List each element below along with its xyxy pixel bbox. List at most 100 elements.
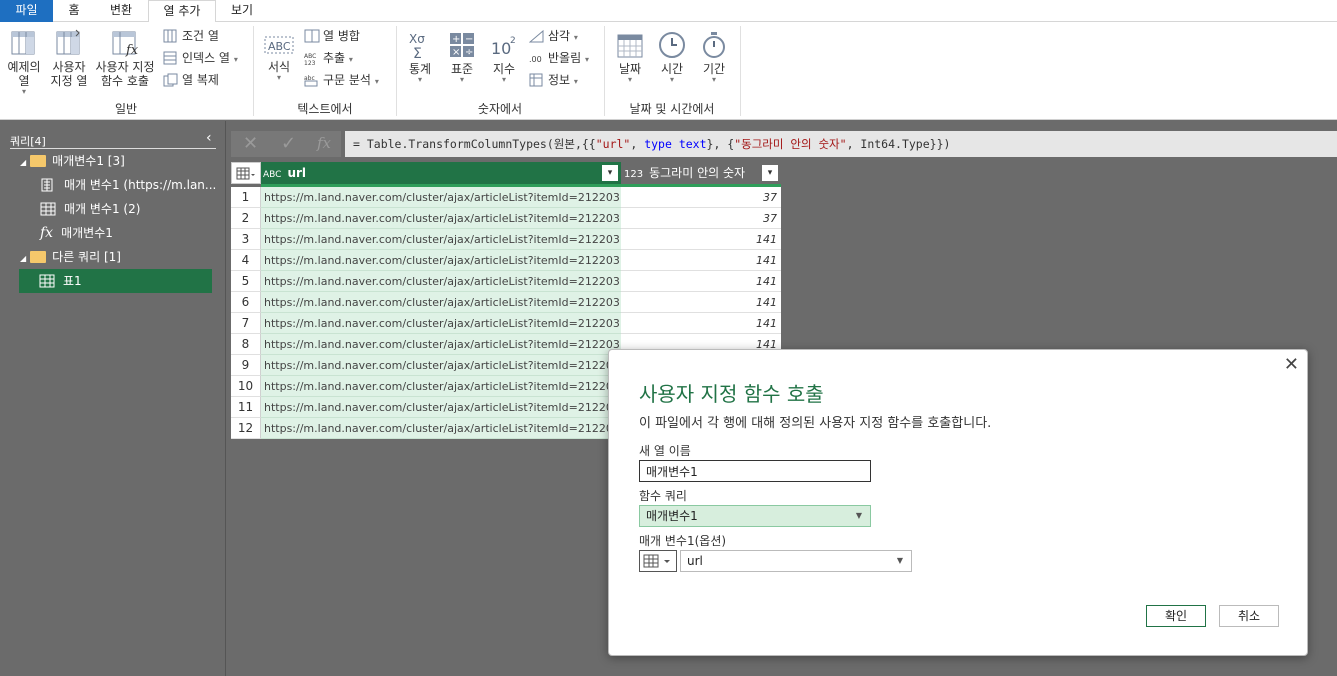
row-number[interactable]: 10 bbox=[231, 376, 261, 397]
cell-url[interactable]: https://m.land.naver.com/cluster/ajax/ar… bbox=[261, 313, 621, 334]
scientific-button[interactable]: 10 2 지수 ▾ bbox=[486, 30, 522, 84]
parse-button[interactable]: abc 구문 분석 ▾ bbox=[304, 70, 379, 90]
merge-columns-button[interactable]: 열 병합 bbox=[304, 26, 360, 46]
cell-url[interactable]: https://m.land.naver.com/cluster/ajax/ar… bbox=[261, 355, 621, 376]
chevron-down-icon: ▾ bbox=[21, 87, 26, 96]
cell-url[interactable]: https://m.land.naver.com/cluster/ajax/ar… bbox=[261, 292, 621, 313]
formula-input[interactable]: = Table.TransformColumnTypes(원본,{{"url",… bbox=[345, 131, 1337, 157]
trigonometry-button[interactable]: 삼각 ▾ bbox=[529, 26, 578, 46]
row-number[interactable]: 2 bbox=[231, 208, 261, 229]
function-query-select[interactable]: 매개변수1 ▼ bbox=[639, 505, 871, 527]
cell-url[interactable]: https://m.land.naver.com/cluster/ajax/ar… bbox=[261, 271, 621, 292]
column-header-url[interactable]: ABC url ▾ bbox=[261, 162, 621, 184]
collapse-pane-icon[interactable]: ‹ bbox=[206, 130, 212, 146]
cell-url[interactable]: https://m.land.naver.com/cluster/ajax/ar… bbox=[261, 397, 621, 418]
column-type-icon bbox=[643, 554, 670, 568]
parameter-type-button[interactable] bbox=[639, 550, 677, 572]
table-menu-button[interactable] bbox=[231, 162, 261, 184]
cell-number[interactable]: 141 bbox=[621, 271, 781, 292]
standard-button[interactable]: + − × ÷ 표준 ▾ bbox=[444, 30, 480, 84]
formula-string: "url" bbox=[595, 137, 631, 151]
group-separator bbox=[740, 26, 741, 116]
query-folder-other[interactable]: ◢ 다른 쿼리 [1] bbox=[20, 245, 121, 269]
tab-add-column[interactable]: 열 추가 bbox=[148, 0, 216, 23]
row-number[interactable]: 7 bbox=[231, 313, 261, 334]
row-number[interactable]: 4 bbox=[231, 250, 261, 271]
cell-url[interactable]: https://m.land.naver.com/cluster/ajax/ar… bbox=[261, 376, 621, 397]
information-button[interactable]: 정보 ▾ bbox=[529, 70, 578, 90]
invoke-custom-function-button[interactable]: fx 사용자 지정 함수 호출 bbox=[92, 28, 158, 88]
cell-number[interactable]: 141 bbox=[621, 229, 781, 250]
text-type-icon[interactable]: ABC bbox=[263, 170, 281, 180]
row-number[interactable]: 5 bbox=[231, 271, 261, 292]
number-type-icon[interactable]: 123 bbox=[624, 169, 643, 180]
time-button[interactable]: 시간 ▾ bbox=[654, 30, 690, 84]
filter-dropdown-icon[interactable]: ▾ bbox=[602, 165, 618, 181]
row-number[interactable]: 8 bbox=[231, 334, 261, 355]
row-number[interactable]: 1 bbox=[231, 187, 261, 208]
date-button[interactable]: 날짜 ▾ bbox=[612, 30, 648, 84]
function-icon[interactable]: fx bbox=[317, 134, 331, 152]
expand-triangle-icon[interactable]: ◢ bbox=[20, 151, 26, 175]
merge-columns-label: 열 병합 bbox=[323, 29, 360, 43]
column-from-examples-button[interactable]: 예제의 열 ▾ bbox=[4, 28, 44, 96]
cell-url[interactable]: https://m.land.naver.com/cluster/ajax/ar… bbox=[261, 229, 621, 250]
row-number[interactable]: 9 bbox=[231, 355, 261, 376]
expand-triangle-icon[interactable]: ◢ bbox=[20, 247, 26, 271]
cell-url[interactable]: https://m.land.naver.com/cluster/ajax/ar… bbox=[261, 250, 621, 271]
ok-button[interactable]: 확인 bbox=[1146, 605, 1206, 627]
cell-number[interactable]: 37 bbox=[621, 208, 781, 229]
row-number[interactable]: 6 bbox=[231, 292, 261, 313]
cell-url[interactable]: https://m.land.naver.com/cluster/ajax/ar… bbox=[261, 418, 621, 439]
query-item-table-2[interactable]: 매개 변수1 (2) bbox=[40, 197, 140, 221]
duration-button[interactable]: 기간 ▾ bbox=[696, 30, 732, 84]
dialog-title: 사용자 지정 함수 호출 bbox=[639, 382, 824, 406]
tab-view[interactable]: 보기 bbox=[218, 0, 266, 22]
query-folder-params[interactable]: ◢ 매개변수1 [3] bbox=[20, 149, 125, 173]
row-number[interactable]: 11 bbox=[231, 397, 261, 418]
cell-number[interactable]: 141 bbox=[621, 250, 781, 271]
rounding-button[interactable]: .00 반올림 ▾ bbox=[529, 48, 589, 68]
cell-number[interactable]: 141 bbox=[621, 313, 781, 334]
cancel-formula-icon[interactable]: ✕ bbox=[243, 133, 258, 154]
confirm-formula-icon[interactable]: ✓ bbox=[281, 133, 296, 154]
custom-column-button[interactable]: 사용자 지정 열 bbox=[48, 28, 90, 88]
cell-url[interactable]: https://m.land.naver.com/cluster/ajax/ar… bbox=[261, 187, 621, 208]
query-item-function[interactable]: fx 매개변수1 bbox=[40, 221, 113, 245]
group-label-text: 텍스트에서 bbox=[297, 102, 353, 116]
index-column-button[interactable]: 인덱스 열 ▾ bbox=[163, 48, 238, 68]
cell-url[interactable]: https://m.land.naver.com/cluster/ajax/ar… bbox=[261, 208, 621, 229]
statistics-button[interactable]: Xσ Σ 통계 ▾ bbox=[402, 30, 438, 84]
new-column-name-input[interactable] bbox=[639, 460, 871, 482]
table-row[interactable]: 2 https://m.land.naver.com/cluster/ajax/a… bbox=[231, 208, 781, 229]
filter-dropdown-icon[interactable]: ▾ bbox=[762, 165, 778, 181]
conditional-column-button[interactable]: 조건 열 bbox=[163, 26, 219, 46]
table-row[interactable]: 5 https://m.land.naver.com/cluster/ajax/a… bbox=[231, 271, 781, 292]
tab-file[interactable]: 파일 bbox=[0, 0, 53, 22]
extract-button[interactable]: ABC 123 추출 ▾ bbox=[304, 48, 353, 68]
cell-url[interactable]: https://m.land.naver.com/cluster/ajax/ar… bbox=[261, 334, 621, 355]
query-item-table1[interactable]: 표1 bbox=[19, 269, 212, 293]
statistics-label: 통계 bbox=[408, 62, 432, 76]
row-number[interactable]: 12 bbox=[231, 418, 261, 439]
tab-transform[interactable]: 변환 bbox=[95, 0, 147, 22]
cancel-button[interactable]: 취소 bbox=[1219, 605, 1279, 627]
table-row[interactable]: 6 https://m.land.naver.com/cluster/ajax/a… bbox=[231, 292, 781, 313]
cell-number[interactable]: 141 bbox=[621, 292, 781, 313]
column-header-number[interactable]: 123 동그라미 안의 숫자 ▾ bbox=[621, 162, 781, 184]
group-label-number: 숫자에서 bbox=[477, 102, 523, 116]
table-row[interactable]: 4 https://m.land.naver.com/cluster/ajax/a… bbox=[231, 250, 781, 271]
table-row[interactable]: 3 https://m.land.naver.com/cluster/ajax/a… bbox=[231, 229, 781, 250]
query-item-parameter[interactable]: 매개 변수1 (https://m.lan... bbox=[40, 173, 216, 197]
conditional-column-icon bbox=[163, 29, 177, 43]
close-icon[interactable]: ✕ bbox=[1284, 354, 1299, 375]
table-row[interactable]: 7 https://m.land.naver.com/cluster/ajax/a… bbox=[231, 313, 781, 334]
table-row[interactable]: 1 https://m.land.naver.com/cluster/ajax/a… bbox=[231, 187, 781, 208]
parameter-value-select[interactable]: url ▼ bbox=[680, 550, 912, 572]
duplicate-column-button[interactable]: 열 복제 bbox=[163, 70, 219, 90]
tab-home[interactable]: 홈 bbox=[55, 0, 93, 22]
cell-number[interactable]: 37 bbox=[621, 187, 781, 208]
format-button[interactable]: ABC 서식 ▾ bbox=[260, 32, 298, 82]
row-number[interactable]: 3 bbox=[231, 229, 261, 250]
svg-text:+: + bbox=[452, 34, 460, 45]
